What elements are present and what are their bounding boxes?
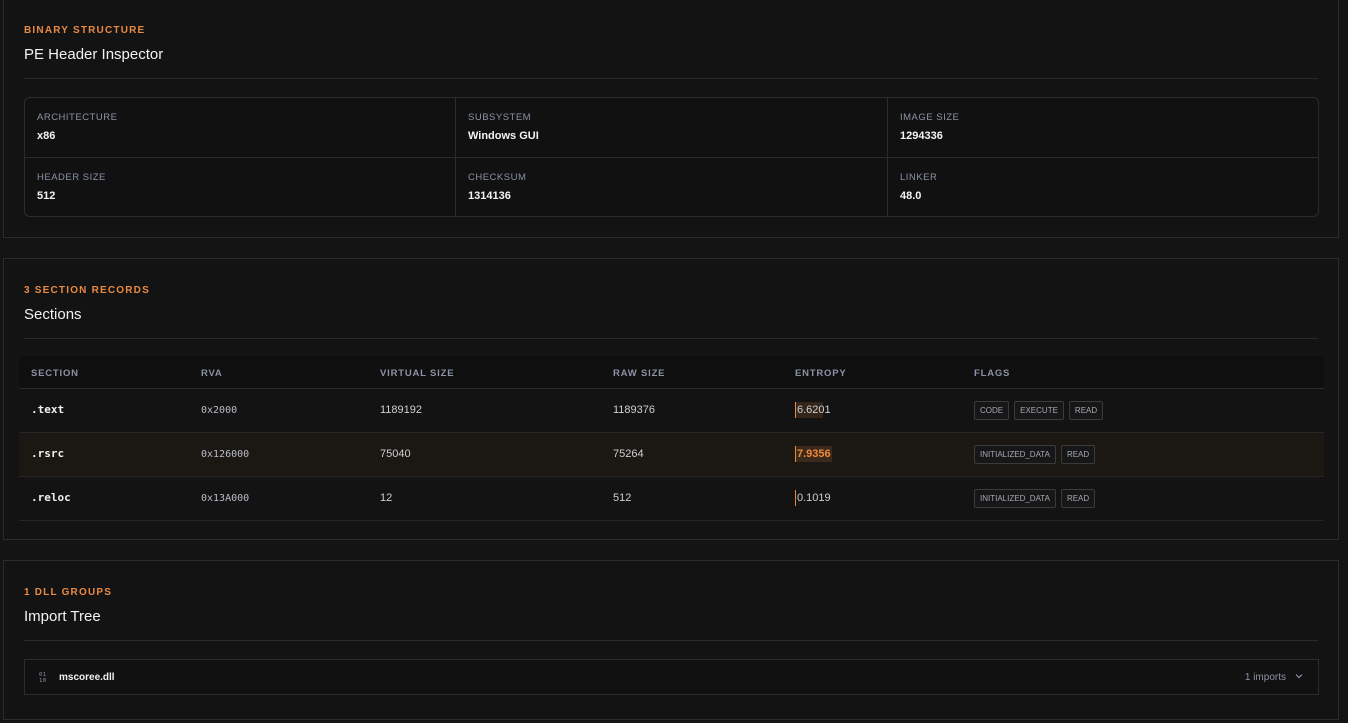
- section-entropy: 7.9356: [795, 446, 832, 462]
- panel-title: Sections: [24, 306, 82, 323]
- dll-name: mscoree.dll: [59, 672, 115, 683]
- column-header-section[interactable]: SECTION: [31, 368, 79, 379]
- imports-panel: 1 DLL GROUPS Import Tree 01 10 mscoree.dl…: [3, 560, 1339, 720]
- sections-panel: 3 SECTION RECORDS Sections SECTION RVA V…: [3, 258, 1339, 540]
- divider: [24, 78, 1318, 79]
- column-header-entropy[interactable]: ENTROPY: [795, 368, 847, 379]
- section-raw-size: 75264: [613, 448, 644, 460]
- entropy-value: 6.6201: [797, 404, 831, 416]
- section-rva: 0x13A000: [201, 493, 250, 504]
- field-value: 1294336: [900, 130, 943, 142]
- header-fields-grid: ARCHITECTURE x86 SUBSYSTEM Windows GUI I…: [24, 97, 1319, 217]
- section-raw-size: 512: [613, 492, 632, 504]
- section-entropy: 0.1019: [795, 490, 831, 506]
- field-label: IMAGE SIZE: [900, 112, 960, 123]
- section-name: .text: [31, 403, 65, 416]
- field-label: ARCHITECTURE: [37, 112, 118, 123]
- field-subsystem: SUBSYSTEM Windows GUI: [456, 98, 888, 158]
- pe-header-panel: BINARY STRUCTURE PE Header Inspector ARC…: [3, 0, 1339, 238]
- field-label: CHECKSUM: [468, 172, 527, 183]
- sections-table: SECTION RVA VIRTUAL SIZE RAW SIZE ENTROP…: [19, 356, 1324, 521]
- field-architecture: ARCHITECTURE x86: [25, 98, 456, 158]
- table-row[interactable]: .text 0x2000 1189192 1189376 6.6201 CODE…: [19, 389, 1324, 433]
- divider: [24, 640, 1318, 641]
- panel-eyebrow: BINARY STRUCTURE: [24, 25, 146, 36]
- flag-badge: READ: [1060, 445, 1096, 464]
- field-linker: LINKER 48.0: [888, 158, 1318, 216]
- table-row[interactable]: .rsrc 0x126000 75040 75264 7.9356 INITIA…: [19, 433, 1324, 477]
- section-flags: CODE EXECUTE READ: [974, 401, 1104, 420]
- flag-badge: CODE: [974, 401, 1010, 420]
- panel-eyebrow: 3 SECTION RECORDS: [24, 285, 150, 296]
- section-virtual-size: 75040: [380, 448, 411, 460]
- table-row[interactable]: .reloc 0x13A000 12 512 0.1019 INITIALIZE…: [19, 477, 1324, 521]
- flag-badge: READ: [1068, 401, 1104, 420]
- flag-badge: EXECUTE: [1014, 401, 1064, 420]
- field-header-size: HEADER SIZE 512: [25, 158, 456, 216]
- section-virtual-size: 1189192: [380, 404, 423, 416]
- field-value: Windows GUI: [468, 130, 539, 142]
- import-count: 1 imports: [1244, 672, 1286, 683]
- field-image-size: IMAGE SIZE 1294336: [888, 98, 1318, 158]
- section-raw-size: 1189376: [613, 404, 656, 416]
- field-value: 1314136: [468, 190, 511, 202]
- entropy-value: 7.9356: [797, 448, 831, 460]
- flag-badge: READ: [1060, 489, 1096, 508]
- divider: [24, 338, 1318, 339]
- section-name: .rsrc: [31, 447, 65, 460]
- field-value: 48.0: [900, 190, 922, 202]
- section-rva: 0x2000: [201, 405, 238, 416]
- section-entropy: 6.6201: [795, 402, 831, 418]
- section-flags: INITIALIZED_DATA READ: [974, 489, 1096, 508]
- dll-group-row[interactable]: 01 10 mscoree.dll 1 imports: [24, 659, 1319, 695]
- section-name: .reloc: [31, 491, 71, 504]
- binary-icon: 01 10: [39, 672, 47, 684]
- flag-badge: INITIALIZED_DATA: [974, 445, 1056, 464]
- section-rva: 0x126000: [201, 449, 250, 460]
- field-label: HEADER SIZE: [37, 172, 106, 183]
- table-header: SECTION RVA VIRTUAL SIZE RAW SIZE ENTROP…: [19, 356, 1324, 389]
- field-value: x86: [37, 130, 56, 142]
- field-label: LINKER: [900, 172, 938, 183]
- column-header-virtual-size[interactable]: VIRTUAL SIZE: [380, 368, 454, 379]
- field-value: 512: [37, 190, 56, 202]
- panel-title: Import Tree: [24, 608, 101, 625]
- column-header-flags[interactable]: FLAGS: [974, 368, 1010, 379]
- chevron-down-icon[interactable]: [1294, 671, 1304, 681]
- column-header-raw-size[interactable]: RAW SIZE: [613, 368, 665, 379]
- field-checksum: CHECKSUM 1314136: [456, 158, 888, 216]
- column-header-rva[interactable]: RVA: [201, 368, 223, 379]
- section-flags: INITIALIZED_DATA READ: [974, 445, 1096, 464]
- field-label: SUBSYSTEM: [468, 112, 532, 123]
- panel-title: PE Header Inspector: [24, 46, 164, 63]
- section-virtual-size: 12: [380, 492, 393, 504]
- entropy-value: 0.1019: [797, 492, 831, 504]
- panel-eyebrow: 1 DLL GROUPS: [24, 587, 113, 598]
- flag-badge: INITIALIZED_DATA: [974, 489, 1056, 508]
